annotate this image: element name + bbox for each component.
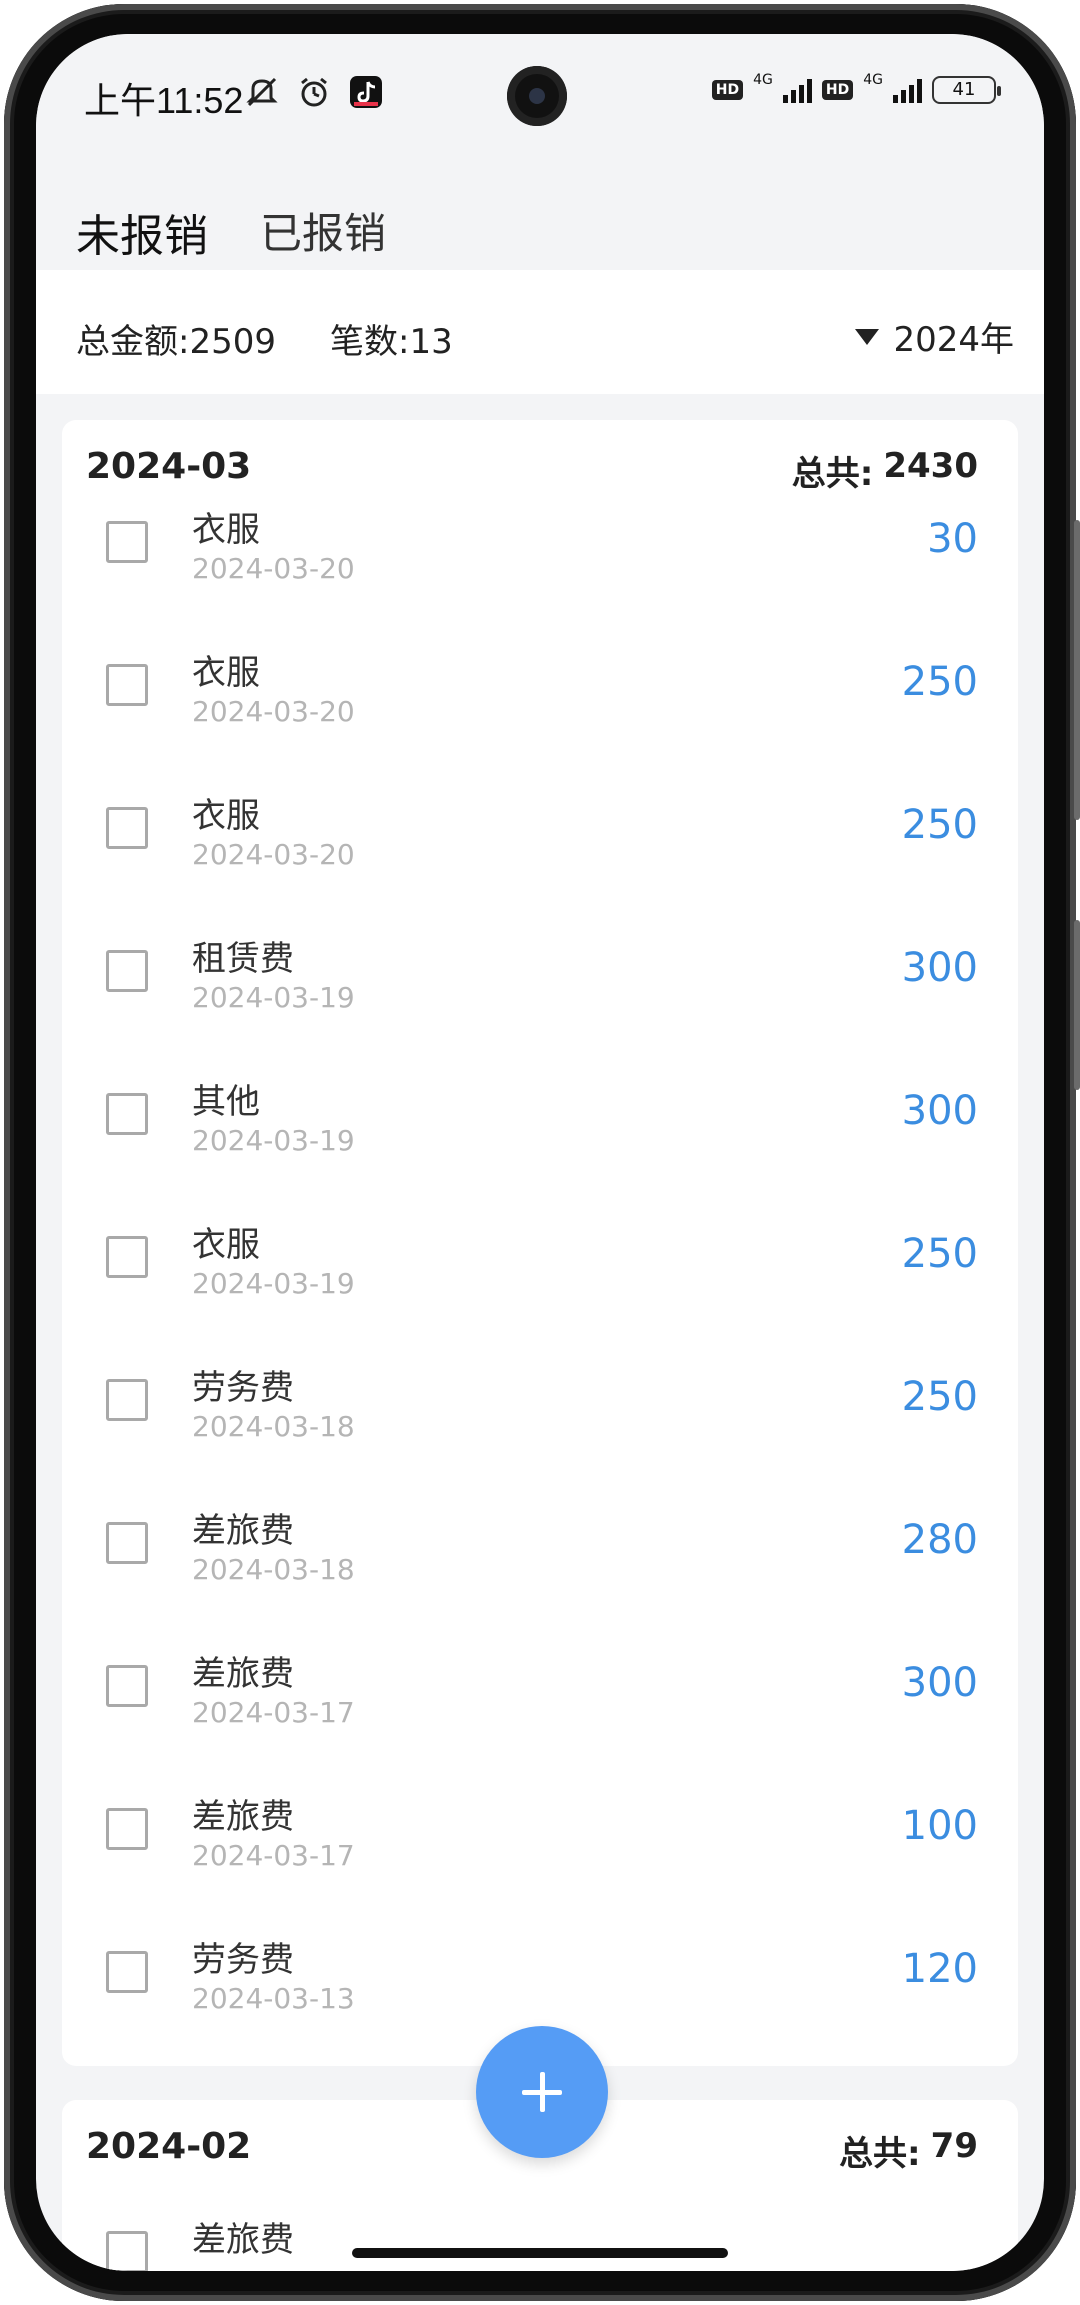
- expense-amount: 120: [901, 1946, 978, 1992]
- expense-category: 衣服: [192, 510, 260, 550]
- year-filter[interactable]: 2024年: [855, 312, 1014, 361]
- expense-row[interactable]: 衣服 2024-03-20 30: [62, 486, 1018, 629]
- status-icons-left: [242, 72, 386, 112]
- select-checkbox[interactable]: [106, 1093, 148, 1135]
- expense-row[interactable]: 衣服 2024-03-19 250: [62, 1201, 1018, 1344]
- tab-bar: 未报销 已报销: [36, 154, 1044, 270]
- year-label: 2024年: [893, 320, 1014, 360]
- status-time: 上午11:52: [84, 80, 244, 121]
- summary-bar: 总金额:2509 笔数:13 2024年: [36, 270, 1044, 394]
- expense-row[interactable]: 劳务费 2024-03-18 250: [62, 1344, 1018, 1487]
- select-checkbox[interactable]: [106, 1951, 148, 1993]
- expense-amount: 300: [901, 945, 978, 991]
- expense-category: 劳务费: [192, 1368, 294, 1408]
- expense-amount: 250: [901, 1231, 978, 1277]
- expense-row[interactable]: 差旅费 2024-03-17 300: [62, 1630, 1018, 1773]
- expense-category: 其他: [192, 1082, 260, 1122]
- expense-date: 2024-03-20: [192, 552, 355, 585]
- select-checkbox[interactable]: [106, 950, 148, 992]
- tab-reimbursed[interactable]: 已报销: [260, 200, 386, 261]
- plus-icon: [522, 2072, 562, 2112]
- expense-date: 2024-03-20: [192, 838, 355, 871]
- select-checkbox[interactable]: [106, 2231, 148, 2271]
- expense-amount: 250: [901, 659, 978, 705]
- expense-amount: 250: [901, 1374, 978, 1420]
- month-label: 2024-02: [86, 2126, 252, 2167]
- home-indicator[interactable]: [352, 2248, 728, 2258]
- battery-icon: 41: [932, 76, 1001, 104]
- mute-icon: [242, 72, 282, 112]
- expense-category: 租赁费: [192, 939, 294, 979]
- record-count: 笔数:13: [330, 322, 453, 362]
- expense-category: 衣服: [192, 1225, 260, 1265]
- signal-icon: [893, 77, 922, 103]
- network-type: 4G: [863, 72, 883, 88]
- expense-date: 2024-03-19: [192, 1124, 355, 1157]
- expense-row[interactable]: 差旅费: [62, 2196, 1018, 2271]
- expense-date: 2024-03-13: [192, 1982, 355, 2015]
- expense-amount: 300: [901, 1660, 978, 1706]
- expense-date: 2024-03-17: [192, 1696, 355, 1729]
- volume-button: [1074, 520, 1080, 820]
- select-checkbox[interactable]: [106, 1522, 148, 1564]
- month-total-label: 总共:: [839, 2134, 921, 2174]
- expense-date: 2024-03-19: [192, 1267, 355, 1300]
- month-total-value: 79: [930, 2126, 978, 2166]
- expense-amount: 30: [927, 516, 978, 562]
- month-label: 2024-03: [86, 446, 252, 487]
- status-bar: 上午11:52 HD 4G HD 4G 41: [36, 34, 1044, 154]
- select-checkbox[interactable]: [106, 1236, 148, 1278]
- network-type: 4G: [753, 72, 773, 88]
- expense-row[interactable]: 租赁费 2024-03-19 300: [62, 915, 1018, 1058]
- total-amount: 总金额:2509: [76, 322, 276, 362]
- select-checkbox[interactable]: [106, 664, 148, 706]
- phone-frame: 上午11:52 HD 4G HD 4G 41 未报销 已报销 总金额:2509 …: [0, 0, 1080, 2305]
- expense-row[interactable]: 其他 2024-03-19 300: [62, 1058, 1018, 1201]
- expense-category: 差旅费: [192, 1797, 294, 1837]
- select-checkbox[interactable]: [106, 807, 148, 849]
- expense-row[interactable]: 差旅费 2024-03-17 100: [62, 1773, 1018, 1916]
- month-card: 2024-03 总共: 2430 衣服 2024-03-20 30 衣服 2024-03…: [62, 420, 1018, 2066]
- expense-category: 差旅费: [192, 1511, 294, 1551]
- tab-unreimbursed[interactable]: 未报销: [76, 200, 208, 264]
- expense-amount: 250: [901, 802, 978, 848]
- add-button[interactable]: [476, 2026, 608, 2158]
- select-checkbox[interactable]: [106, 521, 148, 563]
- expense-date: 2024-03-18: [192, 1553, 355, 1586]
- dropdown-triangle-icon: [855, 328, 880, 345]
- hd-badge: HD: [821, 80, 854, 100]
- hd-badge: HD: [711, 80, 744, 100]
- select-checkbox[interactable]: [106, 1808, 148, 1850]
- expense-date: 2024-03-18: [192, 1410, 355, 1443]
- status-icons-right: HD 4G HD 4G 41: [711, 72, 1001, 104]
- select-checkbox[interactable]: [106, 1665, 148, 1707]
- douyin-icon: [346, 72, 386, 112]
- alarm-icon: [294, 72, 334, 112]
- expense-row[interactable]: 衣服 2024-03-20 250: [62, 629, 1018, 772]
- month-total: 总共: 79: [839, 2126, 978, 2175]
- power-button: [1074, 920, 1080, 1090]
- expense-amount: 300: [901, 1088, 978, 1134]
- expense-row[interactable]: 差旅费 2024-03-18 280: [62, 1487, 1018, 1630]
- signal-icon: [782, 77, 812, 103]
- expense-date: 2024-03-17: [192, 1839, 355, 1872]
- app-screen: 上午11:52 HD 4G HD 4G 41 未报销 已报销 总金额:2509 …: [36, 34, 1044, 2271]
- expense-category: 劳务费: [192, 1940, 294, 1980]
- expense-category: 差旅费: [192, 2220, 294, 2260]
- expense-amount: 280: [901, 1517, 978, 1563]
- expense-category: 衣服: [192, 796, 260, 836]
- expense-category: 差旅费: [192, 1654, 294, 1694]
- expense-date: 2024-03-20: [192, 695, 355, 728]
- select-checkbox[interactable]: [106, 1379, 148, 1421]
- expense-amount: 100: [901, 1803, 978, 1849]
- expense-row[interactable]: 衣服 2024-03-20 250: [62, 772, 1018, 915]
- front-camera: [507, 66, 567, 126]
- expense-category: 衣服: [192, 653, 260, 693]
- expense-date: 2024-03-19: [192, 981, 355, 1014]
